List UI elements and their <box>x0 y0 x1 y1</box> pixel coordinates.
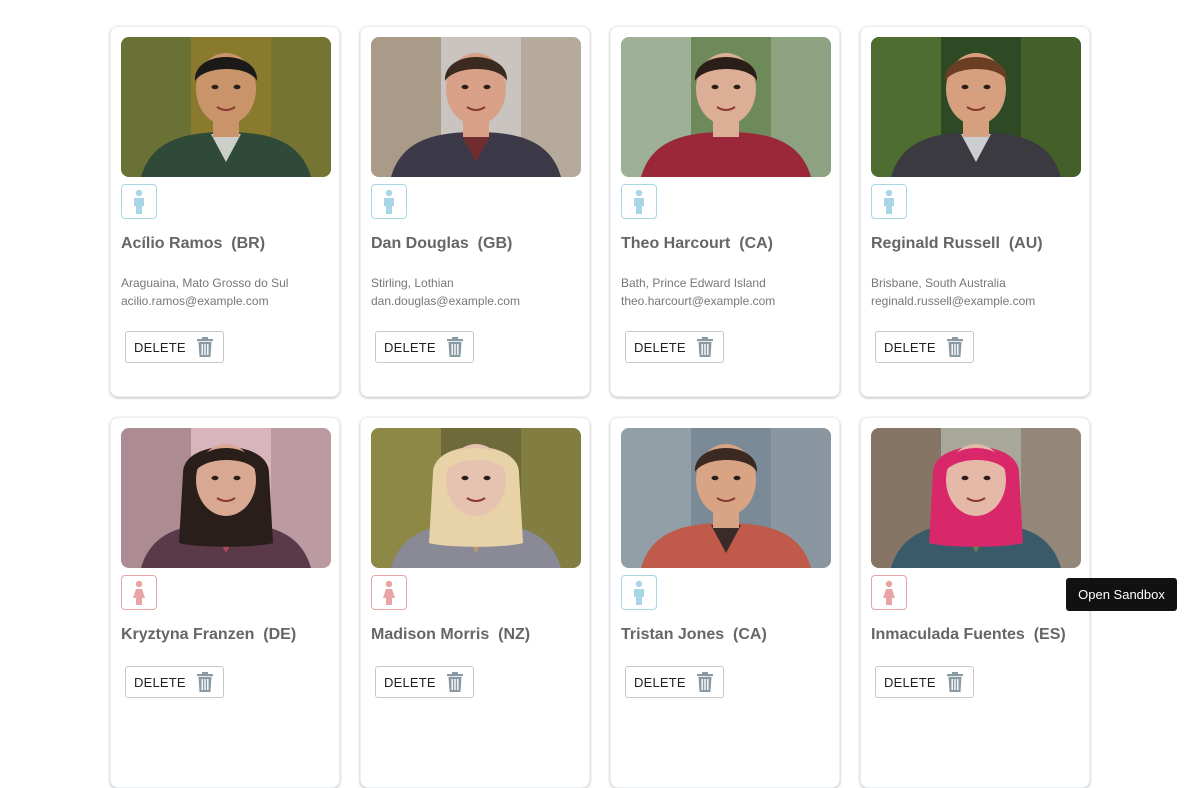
trash-icon <box>946 672 964 692</box>
trash-icon <box>946 337 964 357</box>
user-name: Tristan Jones (CA) <box>621 626 767 643</box>
male-icon <box>382 189 396 215</box>
delete-button[interactable]: DELETE <box>625 331 724 363</box>
user-location: Araguaina, Mato Grosso do Sul <box>121 276 289 290</box>
user-card: Madison Morris (NZ) DELETE <box>360 417 590 788</box>
male-icon <box>632 189 646 215</box>
user-photo <box>371 37 581 177</box>
delete-button[interactable]: DELETE <box>375 331 474 363</box>
user-name: Inmaculada Fuentes (ES) <box>871 626 1066 643</box>
user-location: Brisbane, South Australia <box>871 276 1006 290</box>
delete-button[interactable]: DELETE <box>875 331 974 363</box>
user-card: Reginald Russell (AU) Brisbane, South Aus… <box>860 26 1090 397</box>
male-gender-badge <box>121 184 157 219</box>
user-location: Bath, Prince Edward Island <box>621 276 766 290</box>
user-photo <box>871 428 1081 568</box>
delete-button[interactable]: DELETE <box>125 666 224 698</box>
male-gender-badge <box>871 184 907 219</box>
user-photo <box>621 37 831 177</box>
user-card: Tristan Jones (CA) DELETE <box>610 417 840 788</box>
user-email: theo.harcourt@example.com <box>621 294 776 308</box>
delete-label: DELETE <box>384 674 436 690</box>
female-icon <box>882 580 896 606</box>
female-gender-badge <box>121 575 157 610</box>
trash-icon <box>196 337 214 357</box>
user-photo <box>121 37 331 177</box>
delete-label: DELETE <box>884 339 936 355</box>
user-photo <box>121 428 331 568</box>
trash-icon <box>446 337 464 357</box>
male-gender-badge <box>621 575 657 610</box>
user-card: Inmaculada Fuentes (ES) DELETE <box>860 417 1090 788</box>
trash-icon <box>696 672 714 692</box>
user-card: Acílio Ramos (BR) Araguaina, Mato Grosso … <box>110 26 340 397</box>
user-name: Reginald Russell (AU) <box>871 235 1043 252</box>
user-card: Theo Harcourt (CA) Bath, Prince Edward Is… <box>610 26 840 397</box>
male-icon <box>132 189 146 215</box>
user-name: Madison Morris (NZ) <box>371 626 531 643</box>
user-card: Kryztyna Franzen (DE) DELETE <box>110 417 340 788</box>
user-location: Stirling, Lothian <box>371 276 454 290</box>
female-icon <box>132 580 146 606</box>
user-name: Kryztyna Franzen (DE) <box>121 626 297 643</box>
male-gender-badge <box>621 184 657 219</box>
delete-button[interactable]: DELETE <box>125 331 224 363</box>
delete-label: DELETE <box>634 674 686 690</box>
user-photo <box>871 37 1081 177</box>
delete-button[interactable]: DELETE <box>875 666 974 698</box>
user-name: Acílio Ramos (BR) <box>121 235 266 252</box>
male-icon <box>882 189 896 215</box>
delete-label: DELETE <box>134 674 186 690</box>
female-icon <box>382 580 396 606</box>
user-email: dan.douglas@example.com <box>371 294 520 308</box>
trash-icon <box>696 337 714 357</box>
delete-label: DELETE <box>634 339 686 355</box>
user-card: Dan Douglas (GB) Stirling, Lothian dan.dou… <box>360 26 590 397</box>
male-gender-badge <box>371 184 407 219</box>
trash-icon <box>196 672 214 692</box>
female-gender-badge <box>371 575 407 610</box>
user-name: Dan Douglas (GB) <box>371 235 513 252</box>
delete-button[interactable]: DELETE <box>625 666 724 698</box>
user-email: reginald.russell@example.com <box>871 294 1036 308</box>
female-gender-badge <box>871 575 907 610</box>
delete-label: DELETE <box>884 674 936 690</box>
open-sandbox-button[interactable]: Open Sandbox <box>1066 578 1177 611</box>
user-card-grid: Acílio Ramos (BR) Araguaina, Mato Grosso … <box>110 26 1090 788</box>
user-photo <box>371 428 581 568</box>
user-email: acilio.ramos@example.com <box>121 294 269 308</box>
delete-label: DELETE <box>384 339 436 355</box>
male-icon <box>632 580 646 606</box>
delete-button[interactable]: DELETE <box>375 666 474 698</box>
delete-label: DELETE <box>134 339 186 355</box>
user-photo <box>621 428 831 568</box>
user-name: Theo Harcourt (CA) <box>621 235 773 252</box>
trash-icon <box>446 672 464 692</box>
